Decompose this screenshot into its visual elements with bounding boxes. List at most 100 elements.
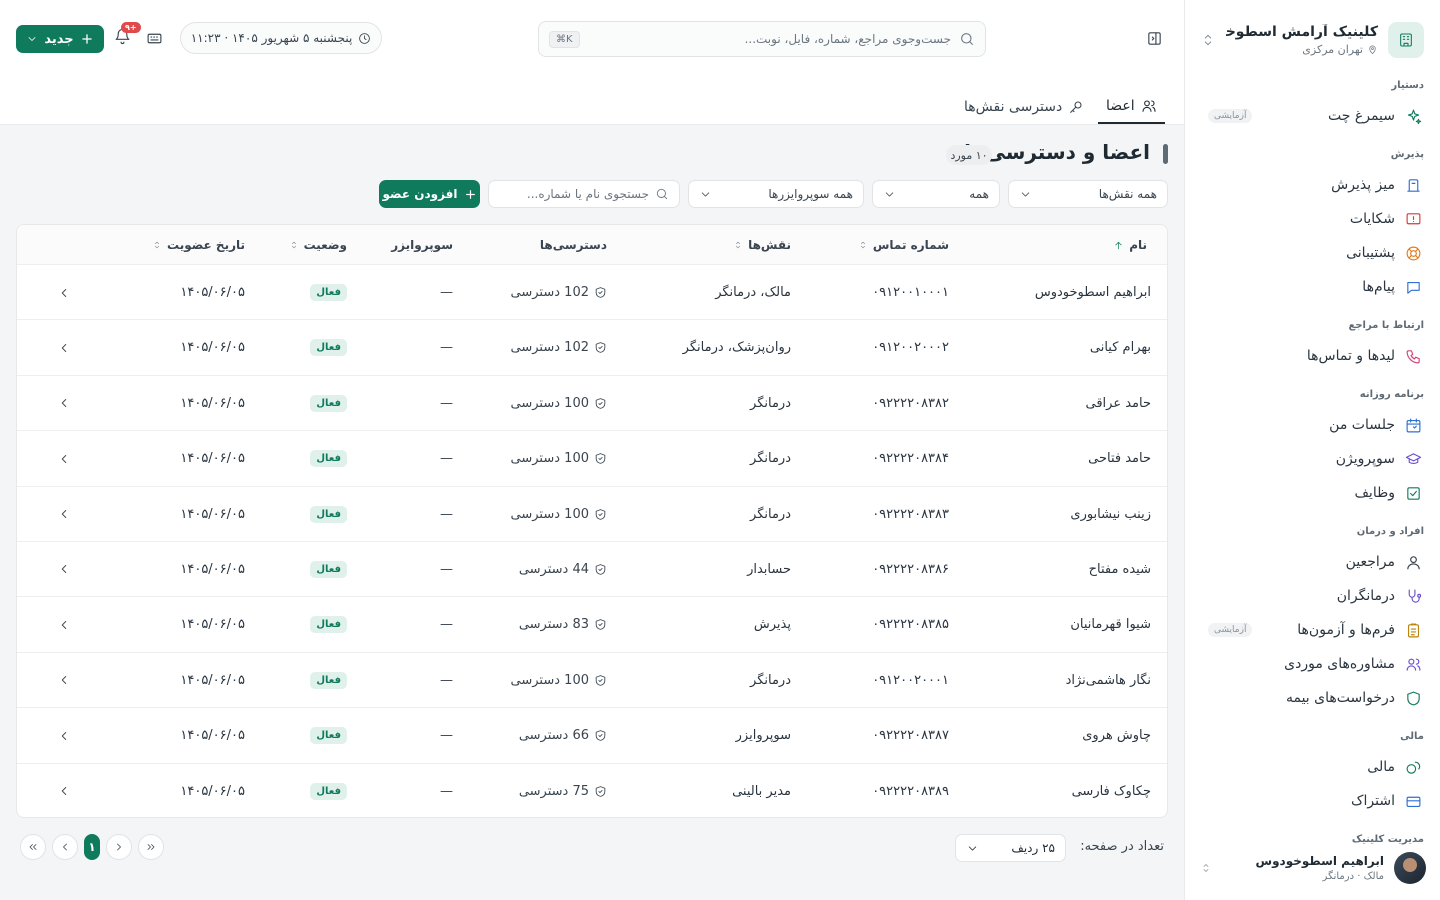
column-status[interactable]: وضعیت: [289, 225, 347, 265]
member-access[interactable]: 75 دسترسی: [519, 764, 607, 817]
page-title: اعضا و دسترسی‌ها: [964, 140, 1150, 164]
sidebar-item[interactable]: فرم‌ها و آزمون‌ها آزمایشی: [1206, 615, 1426, 645]
row-open-button[interactable]: [57, 376, 71, 431]
member-supervisor: —: [440, 506, 453, 522]
sidebar-item[interactable]: لیدها و تماس‌ها: [1206, 341, 1426, 371]
column-phone[interactable]: شماره تماس: [858, 225, 949, 265]
notifications-button[interactable]: ۹+: [114, 22, 141, 45]
alert-message-icon: [1406, 212, 1421, 224]
table-row[interactable]: نگار هاشمی‌نژاد ۰۹۱۲۰۰۲۰۰۰۱ درمانگر 100 دست…: [17, 653, 1167, 709]
sidebar-item[interactable]: وظایف: [1206, 478, 1426, 508]
table-row[interactable]: شیده مفتاح ۰۹۲۲۲۲۰۸۳۸۶ حسابدار 44 دسترسی — فع…: [17, 542, 1167, 598]
add-member-button[interactable]: افزودن عضو: [379, 180, 480, 208]
sidebar-item[interactable]: مالی: [1206, 752, 1426, 782]
roles-filter-value: همه نقش‌ها: [1098, 187, 1157, 201]
member-phone: ۰۹۲۲۲۲۰۸۳۸۹: [872, 783, 949, 799]
member-access[interactable]: 102 دسترسی: [511, 265, 607, 320]
member-access[interactable]: 66 دسترسی: [519, 708, 607, 763]
sidebar-item[interactable]: پشتیبانی: [1206, 238, 1426, 268]
member-roles: درمانگر: [750, 395, 791, 411]
row-open-button[interactable]: [57, 265, 71, 320]
member-access[interactable]: 44 دسترسی: [519, 542, 607, 597]
member-joined: ۱۴۰۵/۰۶/۰۵: [180, 617, 245, 633]
row-open-button[interactable]: [57, 764, 71, 817]
chevron-updown-icon[interactable]: [1200, 32, 1216, 48]
member-search-placeholder: جستجوی نام یا شماره...: [526, 187, 649, 201]
table-row[interactable]: شیوا قهرمانیان ۰۹۲۲۲۲۰۸۳۸۵ پذیرش 83 دسترسی —…: [17, 597, 1167, 653]
last-page-button[interactable]: [138, 834, 164, 860]
table-row[interactable]: حامد عراقی ۰۹۲۲۲۲۰۸۳۸۲ درمانگر 100 دسترسی — ف…: [17, 376, 1167, 432]
member-roles: مدیر بالینی: [732, 783, 791, 799]
table-body: ابراهیم اسطوخودوس ۰۹۱۲۰۰۱۰۰۰۱ مالک، درمانگ…: [17, 265, 1167, 817]
table-row[interactable]: زینب نیشابوری ۰۹۲۲۲۲۰۸۳۸۳ درمانگر 100 دسترس…: [17, 487, 1167, 542]
next-page-button[interactable]: [106, 834, 132, 860]
row-open-button[interactable]: [57, 487, 71, 542]
clinic-building-icon: [1388, 22, 1424, 58]
table-row[interactable]: چکاوک فارسی ۰۹۲۲۲۲۰۸۳۸۹ مدیر بالینی 75 دستر…: [17, 764, 1167, 817]
prev-page-button[interactable]: [52, 834, 78, 860]
table-row[interactable]: ابراهیم اسطوخودوس ۰۹۱۲۰۰۱۰۰۰۱ مالک، درمانگ…: [17, 265, 1167, 321]
sidebar-item[interactable]: شکایات: [1206, 204, 1426, 234]
column-name[interactable]: نام: [1113, 225, 1147, 265]
sidebar-toggle-button[interactable]: [1146, 30, 1163, 47]
sidebar-item-label: اشتراک: [1351, 793, 1395, 809]
status-filter-value: همه: [969, 187, 989, 201]
global-search[interactable]: جست‌وجوی مراجع، شماره، فایل، نوبت... ⌘K: [538, 21, 986, 57]
double-chevron-right-icon: [147, 844, 155, 850]
chevron-left-icon: [61, 565, 67, 574]
member-access[interactable]: 100 دسترسی: [511, 376, 607, 431]
row-open-button[interactable]: [57, 597, 71, 652]
tab-role-access-label: دسترسی نقش‌ها: [964, 99, 1063, 115]
status-filter[interactable]: همه: [872, 180, 1000, 208]
chevron-updown-icon[interactable]: [1200, 862, 1212, 874]
user-menu[interactable]: ابراهیم اسطوخودوس مالک · درمانگر: [1196, 850, 1426, 886]
member-search-input[interactable]: جستجوی نام یا شماره...: [488, 180, 680, 208]
member-supervisor: —: [440, 561, 453, 577]
table-row[interactable]: بهرام کیانی ۰۹۱۲۰۰۲۰۰۰۲ روان‌پزشک، درمانگر…: [17, 320, 1167, 376]
datetime-text: پنجشنبه ۵ شهریور ۱۴۰۵ · ۱۱:۲۳: [190, 31, 353, 45]
sidebar-item[interactable]: سوپرویژن: [1206, 444, 1426, 474]
sidebar-section-label: پذیرش: [1390, 149, 1424, 160]
row-open-button[interactable]: [57, 708, 71, 763]
roles-filter[interactable]: همه نقش‌ها: [1008, 180, 1168, 208]
row-open-button[interactable]: [57, 431, 71, 486]
tab-members[interactable]: اعضا: [1098, 90, 1165, 124]
row-open-button[interactable]: [57, 320, 71, 375]
sidebar-item[interactable]: اشتراک: [1206, 786, 1426, 816]
sidebar-item[interactable]: پیام‌ها: [1206, 272, 1426, 302]
member-supervisor: —: [440, 285, 453, 300]
supervisor-filter[interactable]: همه سوپروایزرها: [688, 180, 864, 208]
sidebar-item-label: سیمرغ چت: [1328, 108, 1395, 124]
add-member-label: افزودن عضو: [382, 187, 458, 201]
table-row[interactable]: حامد فتاحی ۰۹۲۲۲۲۰۸۳۸۴ درمانگر 100 دسترسی — ف…: [17, 431, 1167, 487]
graduation-cap-icon: [1405, 452, 1422, 464]
sidebar-item[interactable]: مشاوره‌های موردی: [1206, 649, 1426, 679]
chevron-down-icon: [885, 191, 894, 197]
table-row[interactable]: چاوش هروی ۰۹۲۲۲۲۰۸۳۸۷ سوپروایزر 66 دسترسی — ف…: [17, 708, 1167, 764]
row-open-button[interactable]: [57, 653, 71, 708]
sidebar-item[interactable]: جلسات من: [1206, 410, 1426, 440]
clinic-switcher[interactable]: کلینیک آرامش اسطوخو... تهران مرکزی: [1200, 18, 1424, 62]
sidebar-item[interactable]: سیمرغ چت آزمایشی: [1206, 101, 1426, 131]
location-pin-icon: [1369, 45, 1376, 54]
per-page-select[interactable]: ۲۵ ردیف: [955, 834, 1066, 862]
sidebar-item[interactable]: درخواست‌های بیمه: [1206, 683, 1426, 713]
member-access[interactable]: 102 دسترسی: [511, 320, 607, 375]
member-supervisor: —: [440, 395, 453, 411]
row-open-button[interactable]: [57, 542, 71, 597]
member-access[interactable]: 100 دسترسی: [511, 487, 607, 542]
tab-role-access[interactable]: دسترسی نقش‌ها: [956, 90, 1092, 124]
column-roles[interactable]: نقش‌ها: [733, 225, 791, 265]
sidebar-item[interactable]: میز پذیرش: [1206, 170, 1426, 200]
sidebar-item[interactable]: مراجعین: [1206, 547, 1426, 577]
member-access[interactable]: 83 دسترسی: [519, 597, 607, 652]
column-joined[interactable]: تاریخ عضویت: [152, 225, 245, 265]
chevron-down-icon: [28, 37, 36, 41]
member-access[interactable]: 100 دسترسی: [511, 653, 607, 708]
member-access[interactable]: 100 دسترسی: [511, 431, 607, 486]
current-page[interactable]: ۱: [84, 834, 100, 860]
keyboard-shortcuts-button[interactable]: [146, 30, 163, 47]
first-page-button[interactable]: [20, 834, 46, 860]
sidebar-item[interactable]: درمانگران: [1206, 581, 1426, 611]
new-button[interactable]: جدید: [16, 25, 104, 53]
